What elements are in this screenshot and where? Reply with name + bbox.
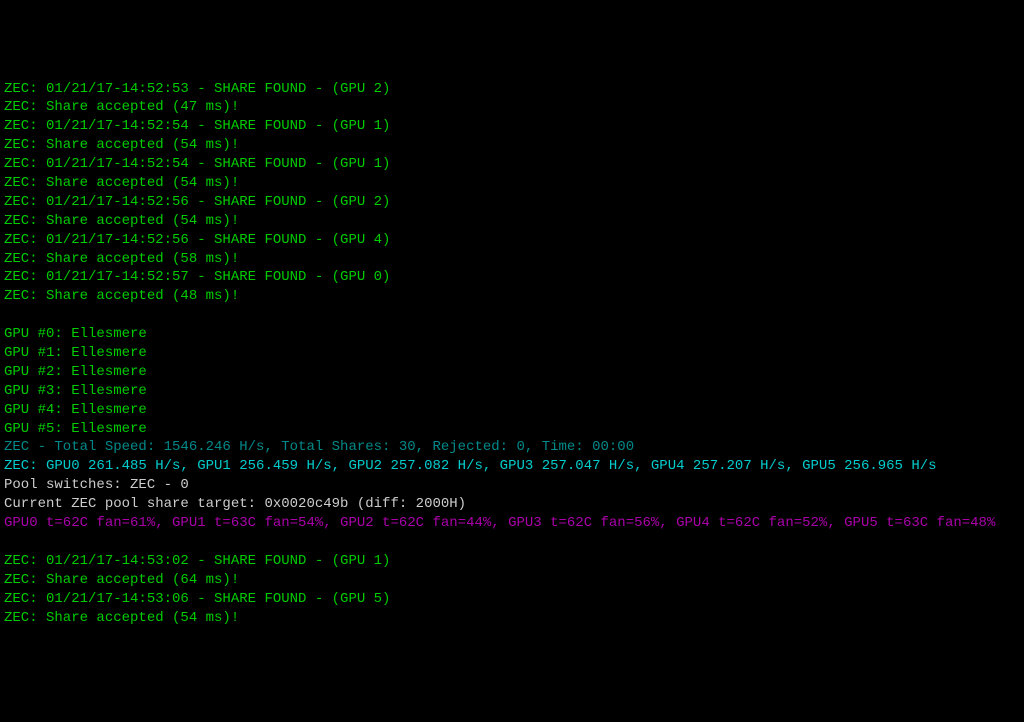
- terminal-line: ZEC: 01/21/17-14:53:02 - SHARE FOUND - (…: [4, 552, 1020, 571]
- terminal-line: GPU0 t=62C fan=61%, GPU1 t=63C fan=54%, …: [4, 514, 1020, 533]
- terminal-line: ZEC: Share accepted (48 ms)!: [4, 287, 1020, 306]
- terminal-line: [4, 306, 1020, 325]
- terminal-output: ZEC: 01/21/17-14:52:53 - SHARE FOUND - (…: [4, 80, 1020, 628]
- terminal-line: ZEC: 01/21/17-14:53:06 - SHARE FOUND - (…: [4, 590, 1020, 609]
- terminal-line: GPU #4: Ellesmere: [4, 401, 1020, 420]
- terminal-line: GPU #0: Ellesmere: [4, 325, 1020, 344]
- terminal-line: Current ZEC pool share target: 0x0020c49…: [4, 495, 1020, 514]
- terminal-line: Pool switches: ZEC - 0: [4, 476, 1020, 495]
- terminal-line: ZEC: 01/21/17-14:52:56 - SHARE FOUND - (…: [4, 231, 1020, 250]
- terminal-line: ZEC: 01/21/17-14:52:54 - SHARE FOUND - (…: [4, 155, 1020, 174]
- terminal-line: ZEC: Share accepted (54 ms)!: [4, 212, 1020, 231]
- terminal-line: ZEC: 01/21/17-14:52:53 - SHARE FOUND - (…: [4, 80, 1020, 99]
- terminal-line: ZEC: GPU0 261.485 H/s, GPU1 256.459 H/s,…: [4, 457, 1020, 476]
- terminal-line: ZEC - Total Speed: 1546.246 H/s, Total S…: [4, 438, 1020, 457]
- terminal-line: ZEC: 01/21/17-14:52:54 - SHARE FOUND - (…: [4, 117, 1020, 136]
- terminal-line: ZEC: 01/21/17-14:52:56 - SHARE FOUND - (…: [4, 193, 1020, 212]
- terminal-line: ZEC: 01/21/17-14:52:57 - SHARE FOUND - (…: [4, 268, 1020, 287]
- terminal-line: ZEC: Share accepted (54 ms)!: [4, 136, 1020, 155]
- terminal-line: ZEC: Share accepted (47 ms)!: [4, 98, 1020, 117]
- terminal-line: ZEC: Share accepted (54 ms)!: [4, 174, 1020, 193]
- terminal-line: GPU #5: Ellesmere: [4, 420, 1020, 439]
- terminal-line: ZEC: Share accepted (54 ms)!: [4, 609, 1020, 628]
- terminal-line: [4, 533, 1020, 552]
- terminal-line: GPU #3: Ellesmere: [4, 382, 1020, 401]
- terminal-line: GPU #2: Ellesmere: [4, 363, 1020, 382]
- terminal-line: ZEC: Share accepted (64 ms)!: [4, 571, 1020, 590]
- terminal-line: ZEC: Share accepted (58 ms)!: [4, 250, 1020, 269]
- terminal-line: GPU #1: Ellesmere: [4, 344, 1020, 363]
